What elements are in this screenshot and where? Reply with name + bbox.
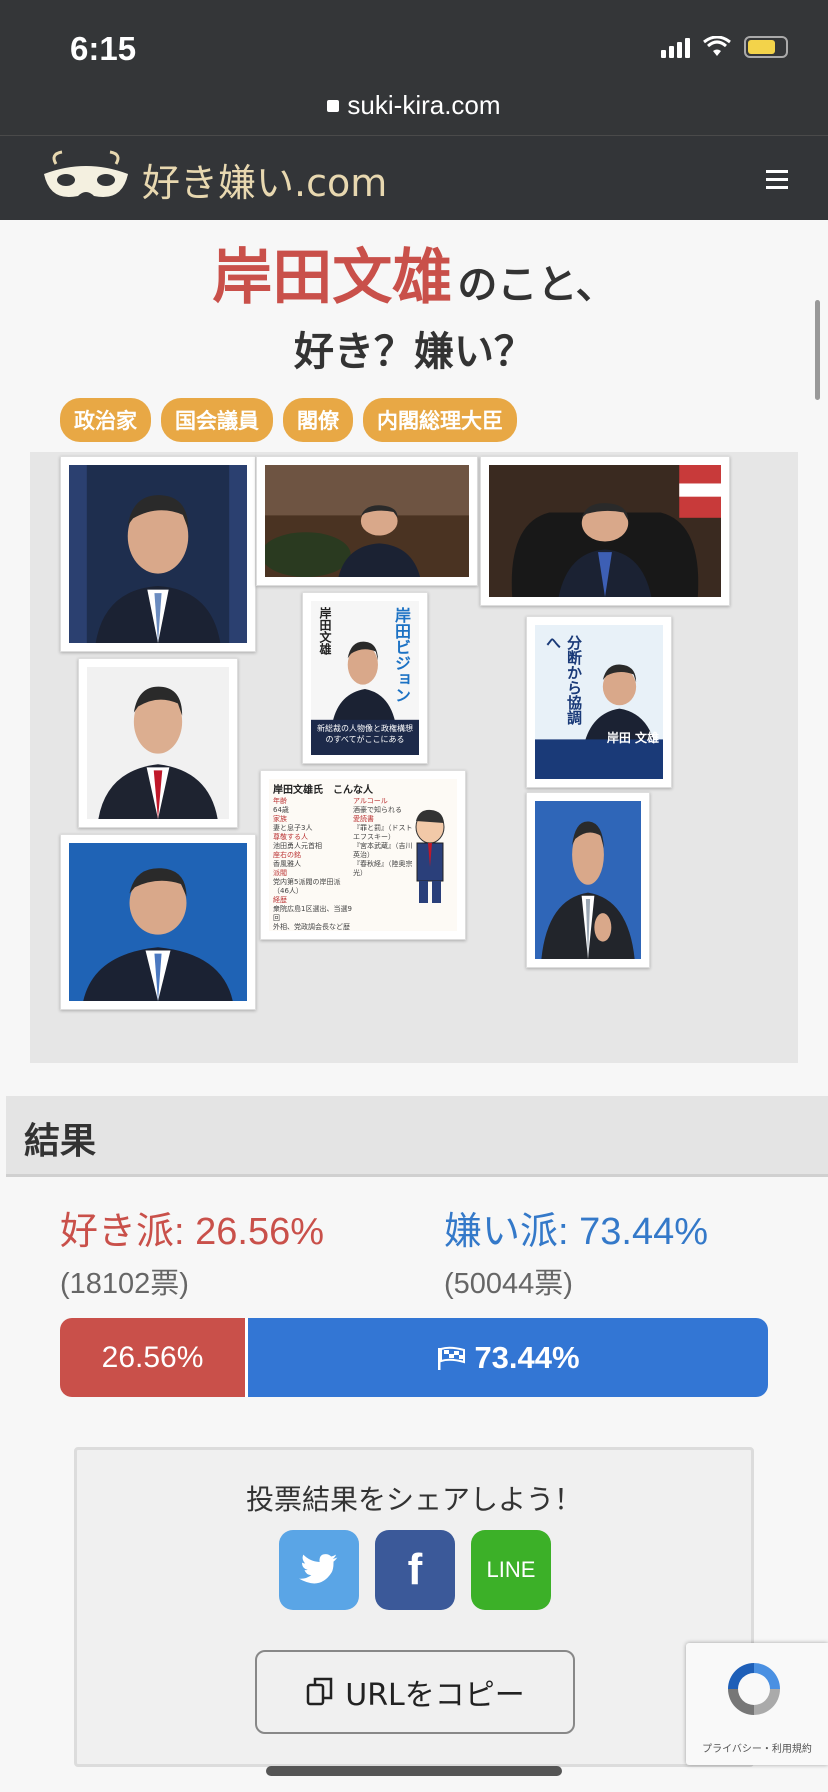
book2-author: 岸田 文雄: [606, 731, 659, 745]
status-bar: 6:15 suki-kira.com: [0, 0, 828, 135]
profile-item: 家族: [273, 815, 287, 823]
profile-item: 池田勇人元首相: [273, 842, 322, 850]
photo-gesturing[interactable]: [526, 792, 650, 968]
book2-title: 分断から協調へ: [544, 635, 583, 725]
mask-logo-icon[interactable]: [36, 150, 136, 208]
dislike-vote-count: (50044票): [444, 1268, 573, 1300]
signal-icon: [661, 36, 690, 58]
share-box: 投票結果をシェアしよう！ f LINE URLをコピー: [74, 1447, 754, 1767]
book-cover-kishida-vision[interactable]: 岸田文雄 岸田ビジョン 新総裁の人物像と政権構想のすべてがここにある: [302, 592, 428, 764]
profile-item: 妻と息子3人: [273, 824, 313, 832]
home-indicator[interactable]: [266, 1766, 562, 1776]
share-title: 投票結果をシェアしよう！: [245, 1483, 582, 1516]
facebook-share-button[interactable]: f: [375, 1530, 455, 1610]
results-header: 結果: [6, 1096, 828, 1177]
dislike-bar-text: 73.44%: [474, 1339, 580, 1375]
checkered-flag-icon: [438, 1346, 466, 1370]
wifi-icon: [703, 36, 731, 56]
recaptcha-text: プライバシー・利用規約: [702, 1744, 812, 1755]
profile-item: 衆院広島1区選出、当選9回: [273, 905, 352, 922]
like-bar-text: 26.56%: [101, 1340, 204, 1374]
results-heading: 結果: [24, 1121, 97, 1162]
line-label: LINE: [486, 1557, 536, 1582]
title-suffix: のこと、: [457, 262, 616, 308]
dislike-bar-segment: 73.44%: [248, 1318, 768, 1397]
profile-item: 年齢: [273, 797, 287, 805]
photo-speaking[interactable]: [60, 456, 256, 652]
profile-item: 経歴: [273, 896, 287, 904]
profile-item: 座右の銘: [273, 851, 301, 859]
tag-minister[interactable]: 閣僚: [283, 398, 353, 442]
photo-red-tie[interactable]: [78, 658, 238, 828]
facebook-icon: f: [407, 1545, 423, 1594]
book1-subtitle: 新総裁の人物像と政権構想のすべてがここにある: [317, 724, 413, 744]
profile-item: 党内第5派閥の岸田派（46人）: [273, 878, 341, 895]
menu-icon[interactable]: [766, 170, 788, 194]
like-bar-segment: 26.56%: [60, 1318, 249, 1397]
profile-item: 尊敬する人: [273, 833, 308, 841]
profile-item: 64歳: [273, 806, 289, 814]
battery-icon: [744, 36, 788, 58]
address-bar[interactable]: suki-kira.com: [0, 90, 828, 121]
recaptcha-icon: [728, 1663, 780, 1715]
photo-blue-background[interactable]: [60, 834, 256, 1010]
recaptcha-badge[interactable]: プライバシー・利用規約: [686, 1643, 828, 1765]
tag-prime-minister[interactable]: 内閣総理大臣: [363, 398, 517, 442]
title-line: 岸田文雄 のこと、: [0, 229, 828, 316]
result-bar: 26.56% 73.44%: [60, 1318, 768, 1397]
status-time: 6:15: [70, 30, 137, 67]
person-name: 岸田文雄: [212, 243, 453, 313]
tag-diet-member[interactable]: 国会議員: [161, 398, 273, 442]
profile-item: 香風雅人: [273, 860, 301, 868]
photo-desk-chair[interactable]: [480, 456, 730, 606]
system-icons: [661, 36, 788, 58]
tag-list: 政治家 国会議員 閣僚 内閣総理大臣: [60, 398, 517, 442]
like-vote-count: (18102票): [60, 1268, 189, 1300]
site-logo-text[interactable]: 好き嫌い.com: [142, 152, 387, 207]
copy-icon: [306, 1677, 333, 1706]
dislike-percentage-label: 嫌い派: 73.44%: [444, 1211, 708, 1253]
title-question: 好き？嫌い？: [294, 329, 534, 375]
caricature-illustration: [415, 809, 445, 903]
line-share-button[interactable]: LINE: [471, 1530, 551, 1610]
book1-title: 岸田ビジョン: [392, 607, 411, 703]
scrollbar[interactable]: [815, 300, 820, 400]
book-cover-bunden-kara-kyocho[interactable]: 分断から協調へ 岸田 文雄: [526, 616, 672, 788]
copy-url-button[interactable]: URLをコピー: [255, 1650, 575, 1734]
url-text: suki-kira.com: [347, 90, 501, 120]
tag-politician[interactable]: 政治家: [60, 398, 151, 442]
twitter-share-button[interactable]: [279, 1530, 359, 1610]
profile-infographic[interactable]: 岸田文雄氏 こんな人 年齢 64歳 家族 妻と息子3人 尊敬する人 池田勇人元首…: [260, 770, 466, 940]
profile-item: 派閥: [273, 869, 287, 877]
like-percentage-label: 好き派: 26.56%: [60, 1211, 324, 1253]
site-header: 好き嫌い.com: [0, 135, 828, 220]
twitter-icon: [299, 1554, 338, 1584]
copy-url-label: URLをコピー: [345, 1678, 525, 1713]
book1-vertical-name: 岸田文雄: [318, 607, 332, 655]
profile-item: 外相、党政調会長など歴任: [273, 923, 350, 931]
lock-icon: [327, 100, 340, 112]
image-gallery: 岸田文雄 岸田ビジョン 新総裁の人物像と政権構想のすべてがここにある 岸田文雄氏…: [30, 452, 798, 1063]
photo-office[interactable]: [256, 456, 478, 586]
profile-title: 岸田文雄氏 こんな人: [273, 785, 373, 796]
profile-details: 年齢 64歳 家族 妻と息子3人 尊敬する人 池田勇人元首相 座右の銘 香風雅人…: [273, 797, 353, 931]
